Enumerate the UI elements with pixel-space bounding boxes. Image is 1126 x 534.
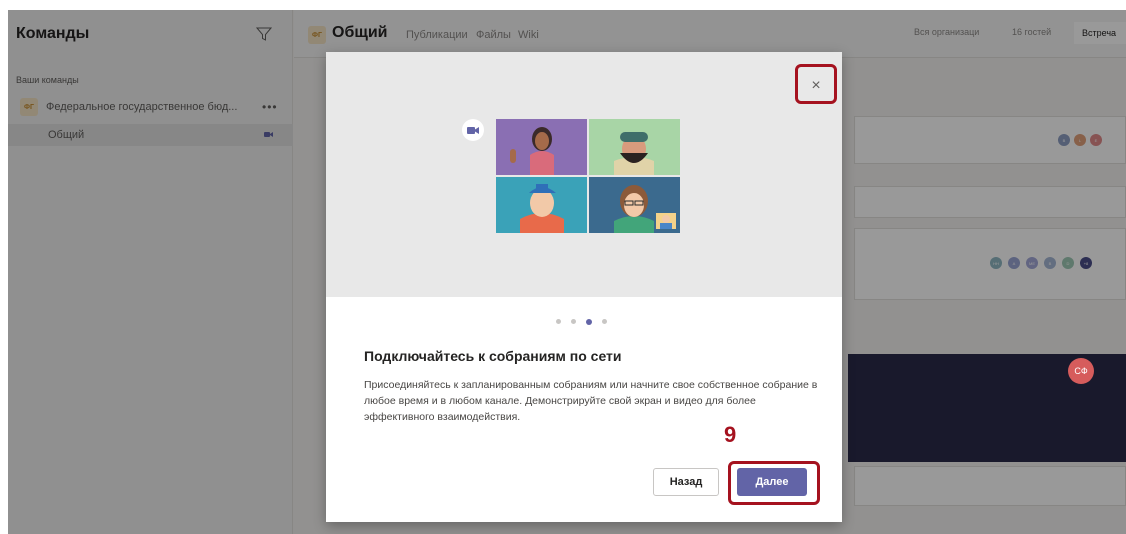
pager-dot[interactable]: [556, 319, 561, 324]
dialog-illustration: [326, 52, 842, 297]
back-button[interactable]: Назад: [653, 468, 719, 496]
video-call-participants-image: [496, 119, 680, 233]
pager-dot[interactable]: [602, 319, 607, 324]
pager-dot[interactable]: [571, 319, 576, 324]
video-camera-icon: [462, 119, 484, 141]
onboarding-dialog: × Подключайтесь к собраниям по сети Прис…: [326, 52, 842, 522]
next-highlight-box: [728, 461, 820, 505]
dialog-title: Подключайтесь к собраниям по сети: [364, 348, 622, 364]
pager-dots: [556, 318, 607, 325]
close-highlight-box: [795, 64, 837, 104]
step-number: 9: [724, 422, 737, 447]
dialog-body: Присоединяйтесь к запланированным собран…: [364, 379, 818, 423]
avatar: СФ: [1068, 358, 1094, 384]
pager-dot-active[interactable]: [586, 318, 592, 325]
